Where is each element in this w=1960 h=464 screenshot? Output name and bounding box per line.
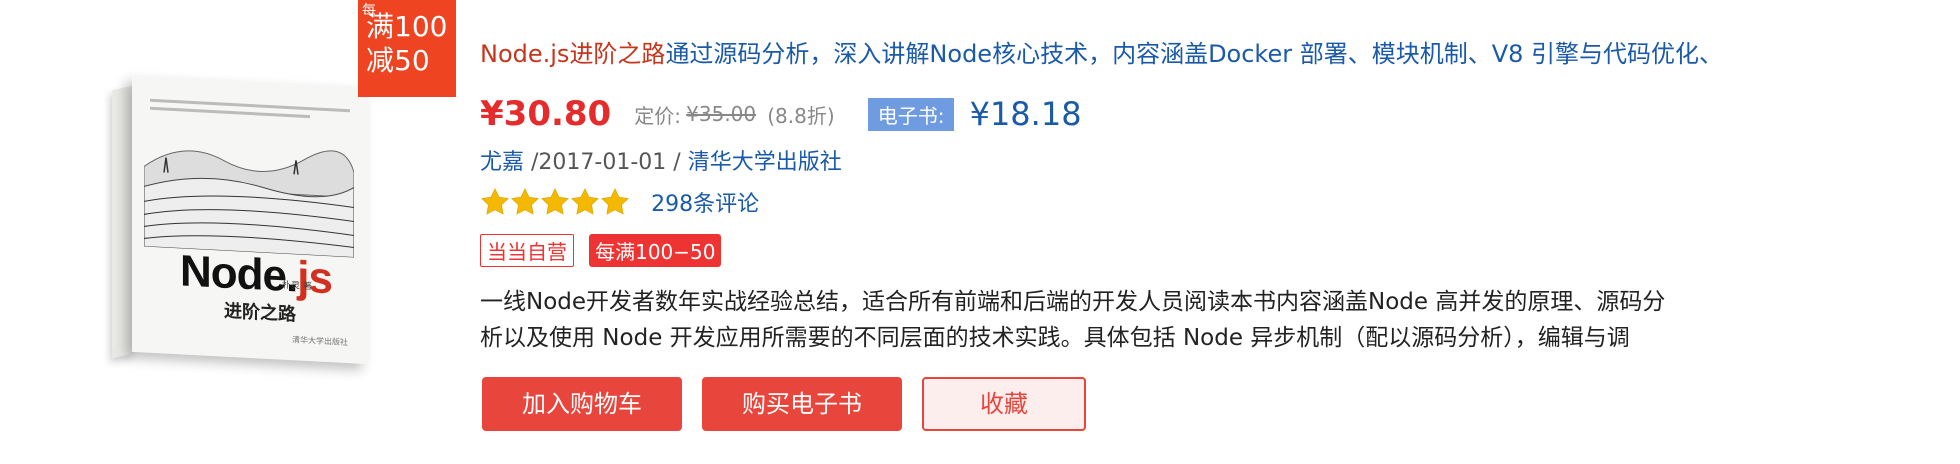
discount-rate: (8.8折) xyxy=(767,103,835,128)
list-price: ¥35.00 xyxy=(686,102,757,126)
promo-badge-tag: 每 xyxy=(362,3,376,19)
promo-badge-line2: 减50 xyxy=(366,44,430,77)
product-title[interactable]: Node.js进阶之路通过源码分析，深入讲解Node核心技术，内容涵盖Docke… xyxy=(480,34,1950,69)
current-price: ¥30.80 xyxy=(480,94,612,134)
ebook-price[interactable]: ¥18.18 xyxy=(970,95,1082,133)
price-row: ¥30.80 定价: ¥35.00 (8.8折) 电子书: ¥18.18 xyxy=(480,94,1082,134)
ebook-label-badge: 电子书: xyxy=(867,97,955,131)
cover-landscape-illustration xyxy=(144,150,354,258)
star-icon xyxy=(541,188,569,215)
tags-row: 当当自营 每满100−50 xyxy=(480,234,722,267)
cover-subtitle: 进阶之路 xyxy=(224,300,296,326)
promo-badge: 每 满100 减50 xyxy=(358,0,456,97)
reviews-link[interactable]: 298条评论 xyxy=(651,192,759,217)
star-icon xyxy=(511,188,539,215)
rating-row: 298条评论 xyxy=(480,186,759,222)
product-title-description[interactable]: 通过源码分析，深入讲解Node核心技术，内容涵盖Docker 部署、模块机制、V… xyxy=(665,40,1723,68)
publish-date: /2017-01-01 / xyxy=(531,150,681,175)
promotion-badge[interactable]: 每满100−50 xyxy=(589,234,722,267)
book-spine xyxy=(112,85,134,359)
cover-title: Node.js xyxy=(180,246,332,304)
star-icon xyxy=(481,188,509,215)
description-line: 析以及使用 Node 开发应用所需要的不同层面的技术实践。具体包括 Node 异… xyxy=(480,325,1630,351)
self-operated-badge: 当当自营 xyxy=(480,234,574,267)
rating-stars xyxy=(480,188,630,215)
book-cover: Node.js 朴灵 著 进阶之路 清华大学出版社 xyxy=(132,75,368,365)
description-line: 一线Node开发者数年实战经验总结，适合所有前端和后端的开发人员阅读本书内容涵盖… xyxy=(480,289,1666,315)
star-icon xyxy=(601,188,629,215)
cover-author: 朴灵 著 xyxy=(282,280,312,293)
publication-info: 尤嘉 /2017-01-01 / 清华大学出版社 xyxy=(480,144,842,176)
product-title-highlight[interactable]: Node.js进阶之路 xyxy=(480,40,665,68)
cover-publisher: 清华大学出版社 xyxy=(292,335,348,348)
list-price-label: 定价: xyxy=(634,103,682,128)
author-link[interactable]: 尤嘉 xyxy=(480,150,524,175)
star-icon xyxy=(571,188,599,215)
buy-ebook-button[interactable]: 购买电子书 xyxy=(702,377,902,431)
publisher-link[interactable]: 清华大学出版社 xyxy=(688,150,842,175)
product-description: 一线Node开发者数年实战经验总结，适合所有前端和后端的开发人员阅读本书内容涵盖… xyxy=(480,284,1920,356)
book-cover-image[interactable]: Node.js 朴灵 著 进阶之路 清华大学出版社 xyxy=(112,72,368,365)
add-to-cart-button[interactable]: 加入购物车 xyxy=(482,377,682,431)
cover-text-lines xyxy=(150,98,350,125)
favorite-button[interactable]: 收藏 xyxy=(922,377,1086,431)
